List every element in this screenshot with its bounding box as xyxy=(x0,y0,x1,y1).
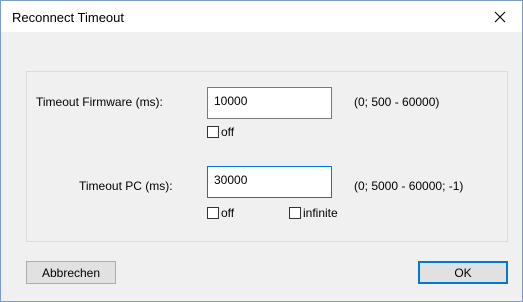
checkbox-box[interactable] xyxy=(207,126,219,138)
firmware-timeout-range: (0; 500 - 60000) xyxy=(354,95,440,109)
pc-infinite-checkbox[interactable]: infinite xyxy=(289,206,338,220)
pc-off-checkbox[interactable]: off xyxy=(207,206,234,220)
cancel-button[interactable]: Abbrechen xyxy=(26,261,116,284)
dialog-client-area: Timeout Firmware (ms): 10000 (0; 500 - 6… xyxy=(1,32,522,301)
reconnect-timeout-dialog: Reconnect Timeout Timeout Firmware (ms):… xyxy=(0,0,523,302)
firmware-off-label: off xyxy=(221,125,235,139)
checkbox-box[interactable] xyxy=(207,207,219,219)
close-icon xyxy=(494,11,505,22)
firmware-timeout-input[interactable]: 10000 xyxy=(207,87,332,119)
close-button[interactable] xyxy=(477,1,522,32)
firmware-off-checkbox[interactable]: off xyxy=(207,125,234,139)
pc-timeout-range: (0; 5000 - 60000; -1) xyxy=(354,179,464,193)
checkbox-box[interactable] xyxy=(289,207,301,219)
window-title: Reconnect Timeout xyxy=(12,10,125,25)
pc-timeout-label: Timeout PC (ms): xyxy=(79,179,173,193)
timeout-settings-group: Timeout Firmware (ms): 10000 (0; 500 - 6… xyxy=(26,71,508,242)
ok-button[interactable]: OK xyxy=(418,261,508,284)
pc-infinite-label: infinite xyxy=(303,206,338,220)
firmware-timeout-label: Timeout Firmware (ms): xyxy=(36,95,163,109)
pc-off-label: off xyxy=(221,206,235,220)
pc-timeout-input[interactable]: 30000 xyxy=(207,166,332,198)
title-bar: Reconnect Timeout xyxy=(1,1,522,32)
